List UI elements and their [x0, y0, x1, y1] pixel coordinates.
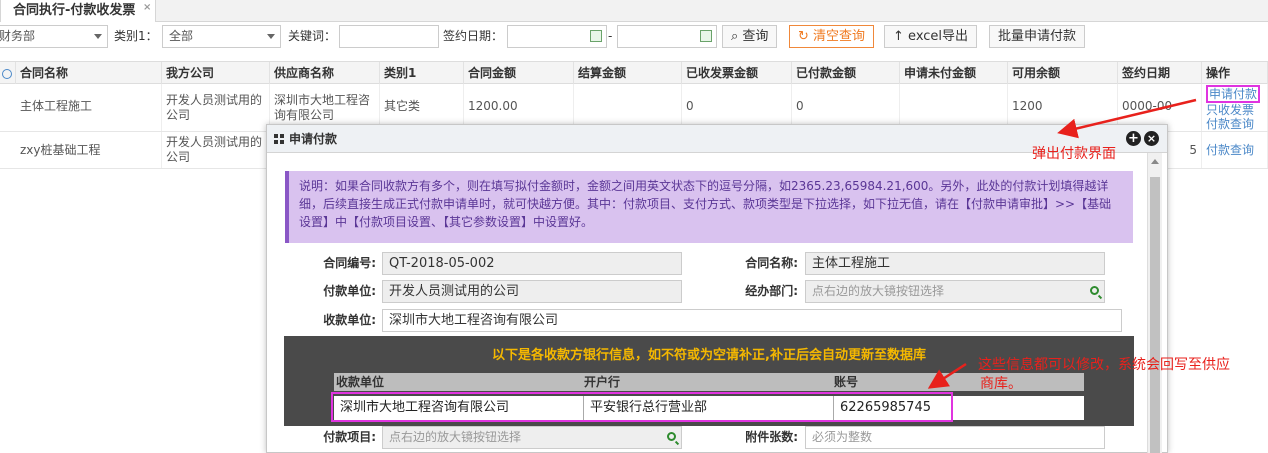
- arrow-to-popup: [1057, 98, 1197, 139]
- annotation-editable-2: 商库。: [980, 376, 1022, 392]
- annotation-arrows: [927, 98, 1197, 389]
- annotation-editable-1: 这些信息都可以修改，系统会回写至供应: [978, 357, 1230, 373]
- arrow-to-bank-info: [927, 362, 967, 389]
- annotation-popup: 弹出付款界面: [1032, 146, 1116, 162]
